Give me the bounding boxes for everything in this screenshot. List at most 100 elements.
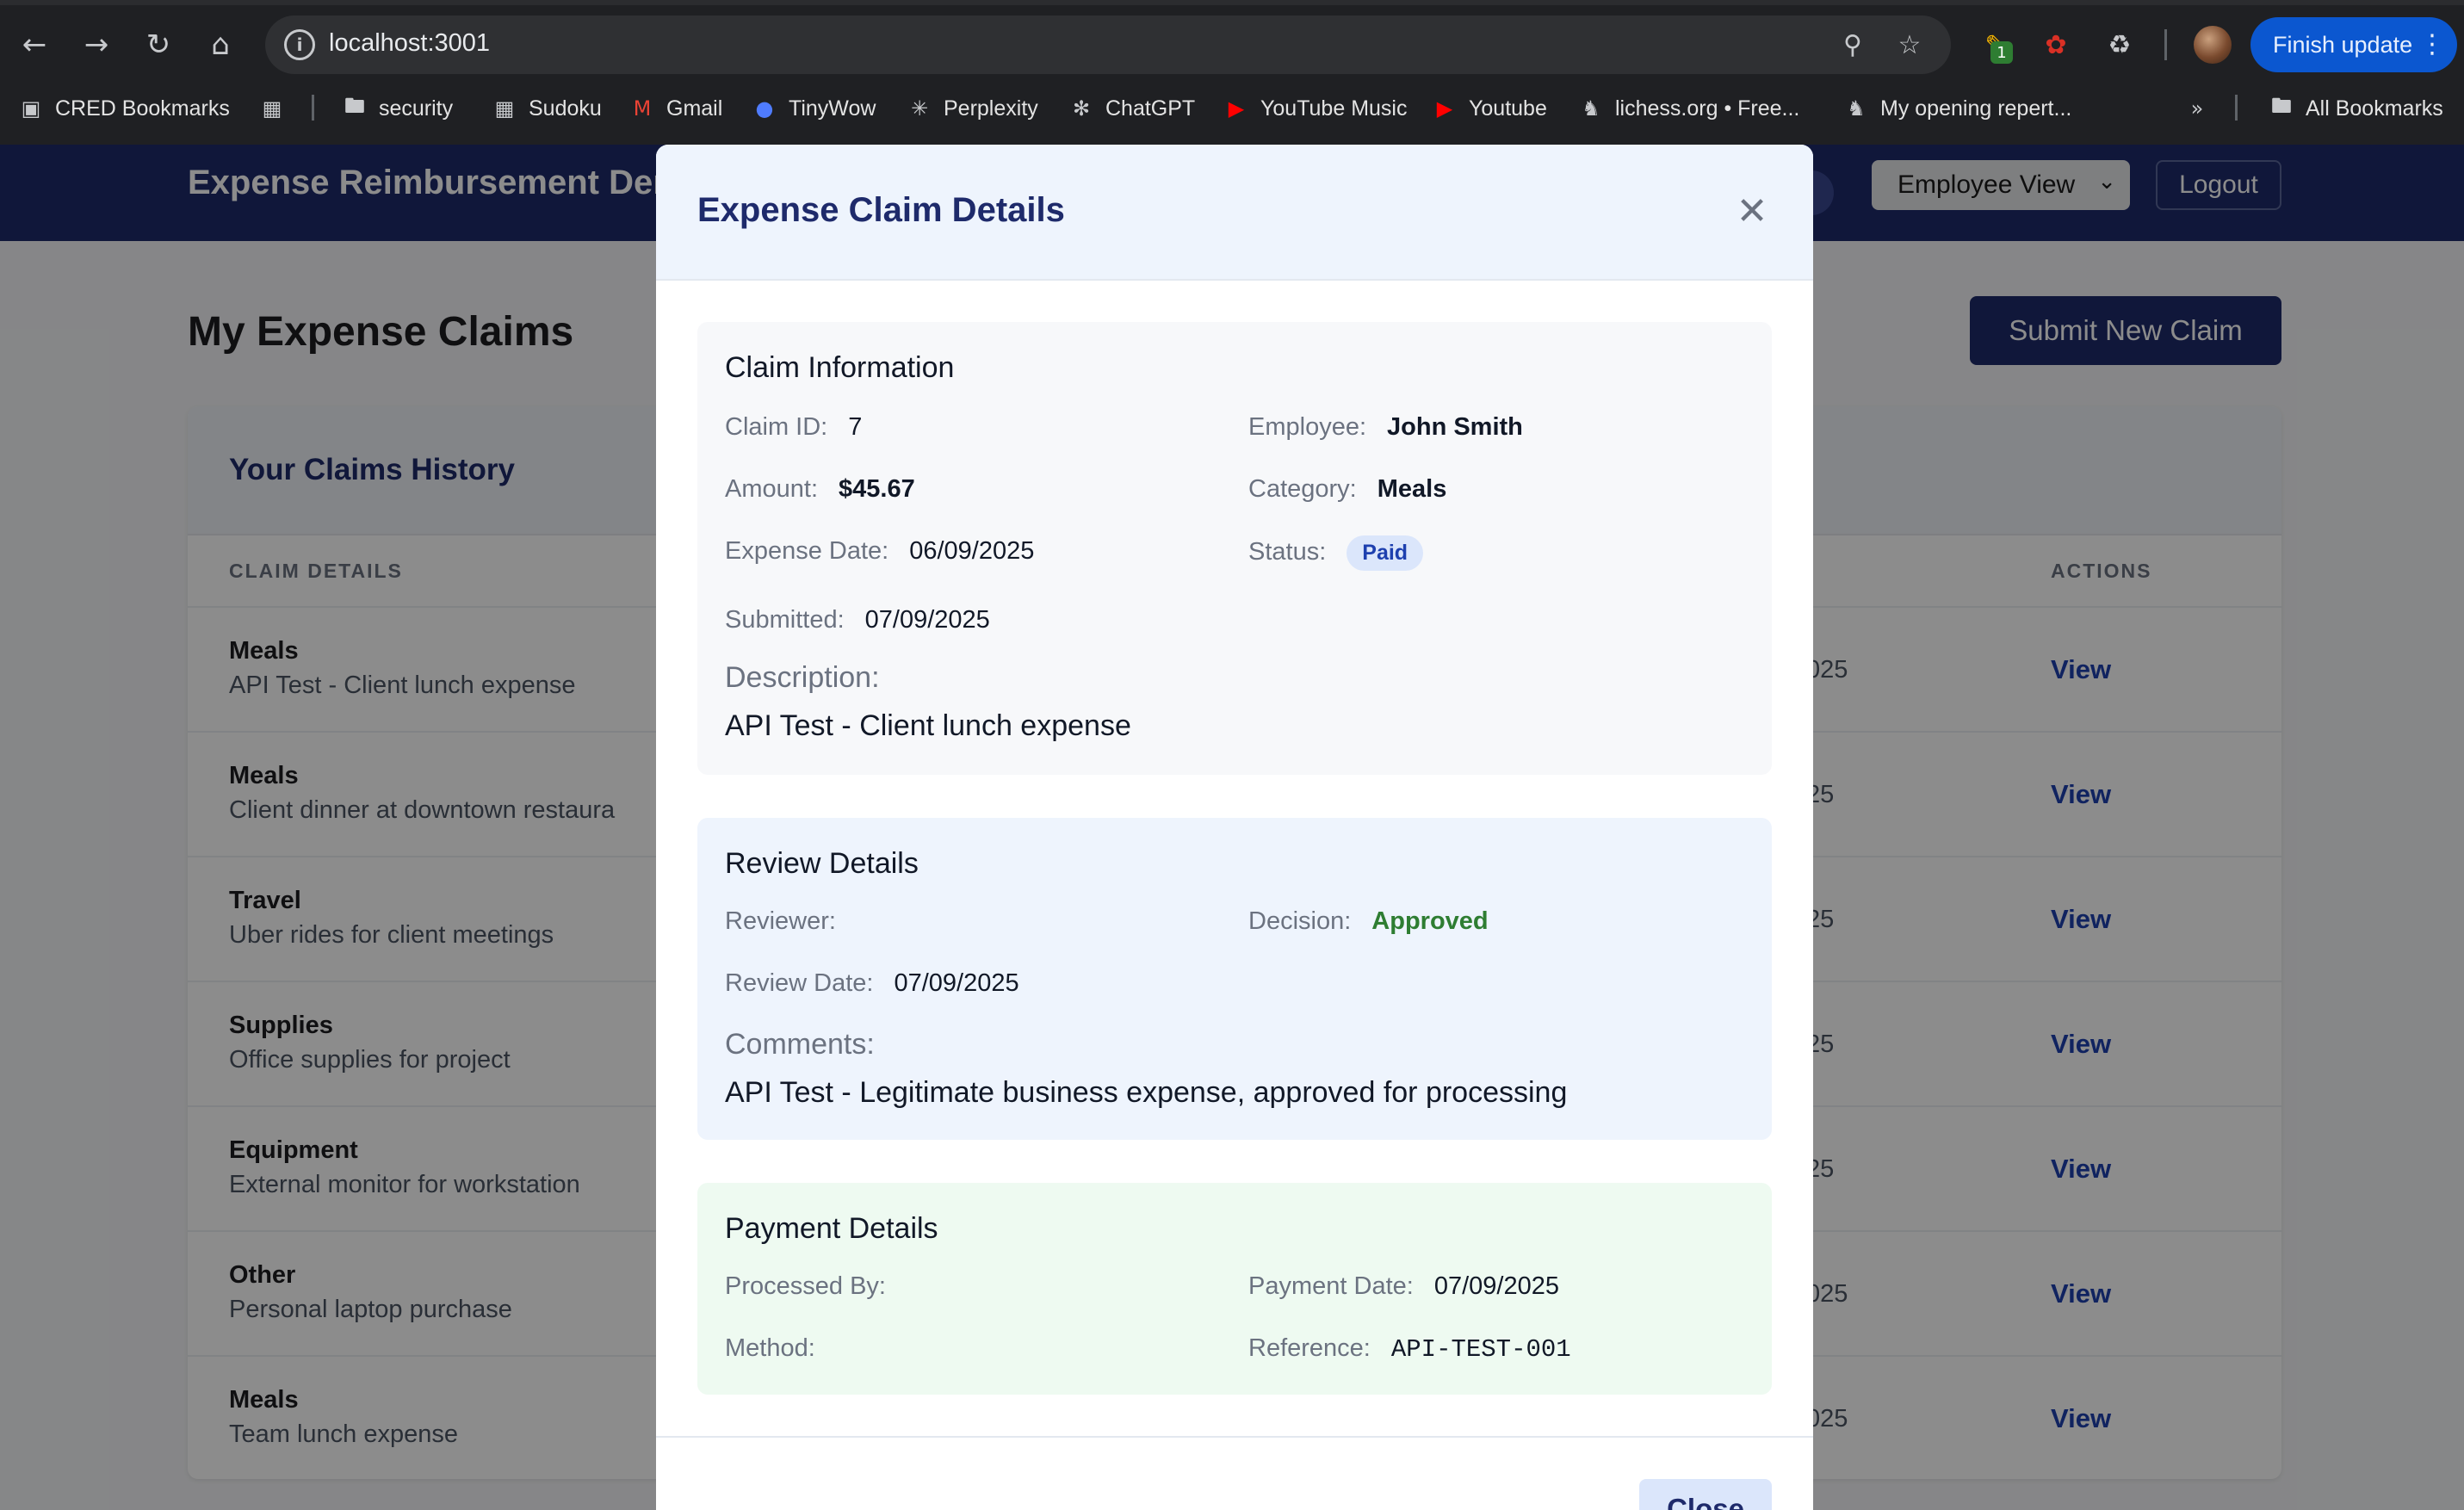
bookmark-cred[interactable]: ▣ CRED Bookmarks <box>17 91 230 126</box>
description-value: API Test - Client lunch expense <box>725 709 1131 742</box>
lichess-icon: ♞ <box>1847 96 1866 121</box>
amount-field: Amount: $45.67 <box>725 475 915 504</box>
comments-value: API Test - Legitimate business expense, … <box>725 1076 1568 1109</box>
field-label: Employee: <box>1248 413 1367 441</box>
field-label: Payment Date: <box>1248 1272 1414 1300</box>
review-details-section: Review Details Reviewer: Decision: Appro… <box>697 818 1772 1140</box>
status-field: Status: Paid <box>1248 535 1424 571</box>
field-label: Status: <box>1248 538 1327 566</box>
finish-update-label: Finish update <box>2273 31 2413 58</box>
profile-avatar[interactable] <box>2194 26 2232 64</box>
decision-field: Decision: Approved <box>1248 907 1489 936</box>
modal-footer: Close <box>656 1436 1813 1510</box>
all-bookmarks[interactable]: 🖿 All Bookmarks <box>2268 91 2443 126</box>
employee-field: Employee: John Smith <box>1248 413 1523 442</box>
lichess-icon: ♞ <box>1582 96 1600 121</box>
perplexity-icon: ✳ <box>910 96 929 121</box>
toolbar-separator <box>2164 29 2167 60</box>
reload-icon[interactable]: ↻ <box>138 24 179 65</box>
youtube-music-icon: ▶ <box>1228 96 1245 121</box>
forward-arrow-icon[interactable]: → <box>76 24 117 65</box>
description-label: Description: <box>725 661 880 694</box>
extension-badge: 1 <box>1990 41 2013 64</box>
field-label: Reviewer: <box>725 907 836 935</box>
submitted-field: Submitted: 07/09/2025 <box>725 606 990 634</box>
back-arrow-icon[interactable]: ← <box>14 24 55 65</box>
reference-value: API-TEST-001 <box>1390 1335 1571 1364</box>
folder-icon: 🖿 <box>2271 93 2292 118</box>
field-label: Reference: <box>1248 1334 1371 1362</box>
address-url[interactable]: localhost:3001 <box>329 29 490 58</box>
field-label: Expense Date: <box>725 537 889 565</box>
field-label: Method: <box>725 1334 815 1362</box>
review-date-field: Review Date: 07/09/2025 <box>725 969 1019 998</box>
grid-icon: ▦ <box>494 96 515 121</box>
category-field: Category: Meals <box>1248 475 1446 504</box>
bookmark-perplexity[interactable]: ✳ Perplexity <box>906 91 1038 126</box>
claim-information-section: Claim Information Claim ID: 7 Employee: … <box>697 322 1772 775</box>
bookmark-youtube[interactable]: ▶ Youtube <box>1431 91 1547 126</box>
bookmark-tinywow[interactable]: ● TinyWow <box>751 91 876 126</box>
submitted-value: 07/09/2025 <box>864 606 990 634</box>
extensions-puzzle-icon[interactable]: ♻ <box>2101 26 2139 64</box>
folder-icon: 🖿 <box>344 93 365 118</box>
payment-date-field: Payment Date: 07/09/2025 <box>1248 1272 1559 1301</box>
bookmark-chatgpt[interactable]: ✻ ChatGPT <box>1068 91 1195 126</box>
bookmark-youtube-music[interactable]: ▶ YouTube Music <box>1223 91 1408 126</box>
bookmark-security[interactable]: 🖿 security <box>341 91 453 126</box>
site-info-icon[interactable]: i <box>284 29 315 60</box>
payment-date-value: 07/09/2025 <box>1433 1272 1559 1300</box>
section-title: Claim Information <box>725 351 955 384</box>
field-label: Decision: <box>1248 907 1352 935</box>
extension-red-icon[interactable]: ✿ <box>2037 26 2075 64</box>
address-bar[interactable]: i localhost:3001 ⚲ ☆ <box>265 15 1951 74</box>
bookmark-separator <box>312 95 314 121</box>
method-field: Method: <box>725 1334 836 1363</box>
expense-date-value: 06/09/2025 <box>909 537 1035 565</box>
field-label: Processed By: <box>725 1272 886 1300</box>
bookmarks-overflow-chevron-icon[interactable]: » <box>2183 91 2221 126</box>
claim-id-value: 7 <box>848 413 863 441</box>
comments-label: Comments: <box>725 1028 875 1061</box>
status-badge: Paid <box>1347 535 1424 571</box>
payment-details-section: Payment Details Processed By: Payment Da… <box>697 1183 1772 1395</box>
bookmark-opening-repertoire[interactable]: ♞ My opening repert... <box>1842 91 2071 126</box>
home-icon[interactable]: ⌂ <box>200 24 241 65</box>
processed-by-field: Processed By: <box>725 1272 907 1301</box>
reviewer-field: Reviewer: <box>725 907 857 936</box>
tinywow-icon: ● <box>755 96 774 121</box>
field-label: Amount: <box>725 475 818 503</box>
zoom-icon[interactable]: ⚲ <box>1836 28 1870 62</box>
finish-update-button[interactable]: Finish update ⋮ <box>2250 17 2457 72</box>
bookmark-sudoku[interactable]: ▦ Sudoku <box>491 91 602 126</box>
review-date-value: 07/09/2025 <box>894 969 1019 997</box>
field-label: Review Date: <box>725 969 874 997</box>
close-button[interactable]: Close <box>1639 1479 1772 1510</box>
bookmark-gmail[interactable]: M Gmail <box>628 91 723 126</box>
bookmark-lichess[interactable]: ♞ lichess.org • Free... <box>1577 91 1799 126</box>
section-title: Review Details <box>725 847 919 880</box>
tab-strip <box>0 0 2464 5</box>
section-title: Payment Details <box>725 1212 938 1245</box>
field-label: Claim ID: <box>725 413 828 441</box>
field-label: Category: <box>1248 475 1357 503</box>
bookmark-manager-icon: ▣ <box>21 96 41 121</box>
browser-chrome: ← → ↻ ⌂ i localhost:3001 ⚲ ☆ ✎ 1 ✿ ♻ Fin… <box>0 0 2464 145</box>
bookmark-star-icon[interactable]: ☆ <box>1892 28 1927 62</box>
modal-header: Expense Claim Details ✕ <box>656 145 1813 281</box>
gmail-icon: M <box>633 96 652 121</box>
apps-grid-icon[interactable]: ▦ <box>258 91 296 126</box>
bookmarks-bar: ▣ CRED Bookmarks ▦ 🖿 security ▦ Sudoku M Gma… <box>0 83 2464 134</box>
field-label: Submitted: <box>725 606 845 634</box>
employee-value: John Smith <box>1387 413 1523 441</box>
expense-date-field: Expense Date: 06/09/2025 <box>725 537 1034 566</box>
decision-value: Approved <box>1371 907 1489 935</box>
youtube-icon: ▶ <box>1436 96 1453 121</box>
reference-field: Reference: API-TEST-001 <box>1248 1334 1571 1364</box>
more-vert-icon[interactable]: ⋮ <box>2419 29 2445 59</box>
close-icon[interactable]: ✕ <box>1730 189 1774 233</box>
modal-title: Expense Claim Details <box>697 191 1065 229</box>
expense-claim-modal: Expense Claim Details ✕ Claim Informatio… <box>656 145 1813 1510</box>
amount-value: $45.67 <box>839 475 915 503</box>
claim-id-field: Claim ID: 7 <box>725 413 862 442</box>
